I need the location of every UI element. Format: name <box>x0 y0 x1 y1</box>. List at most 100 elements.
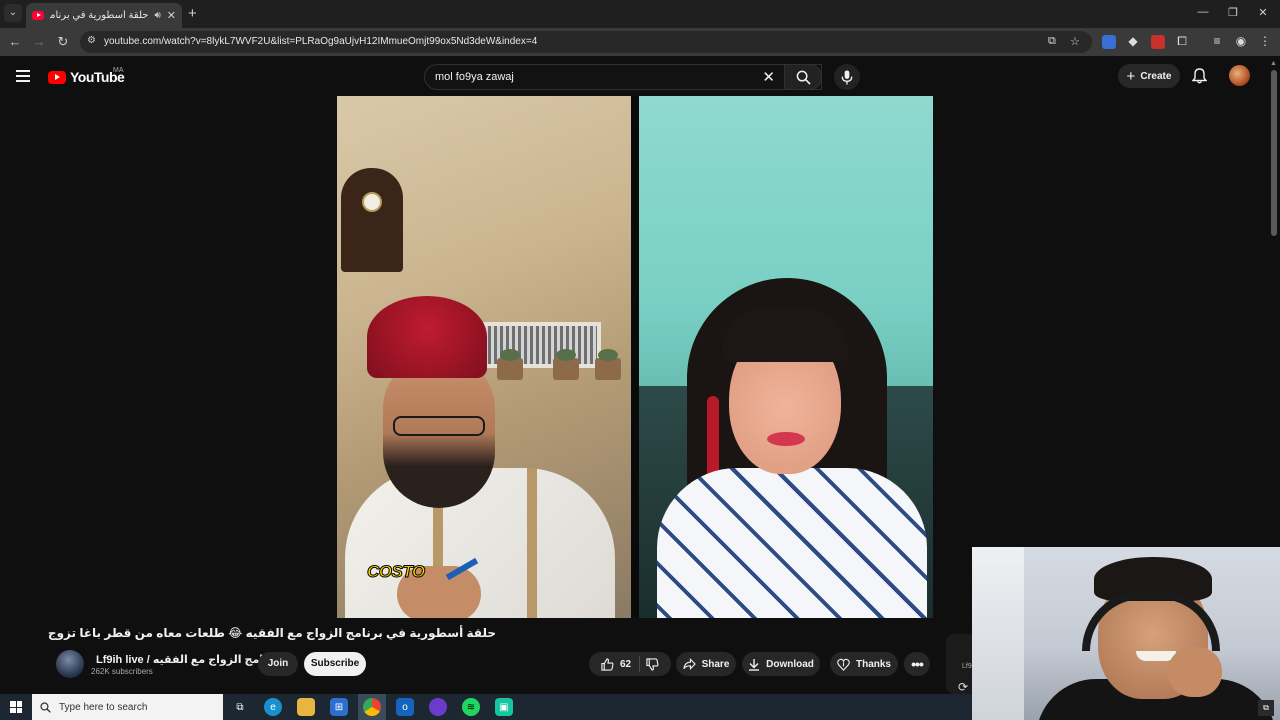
minimize-button[interactable]: — <box>1188 6 1218 18</box>
scroll-up-arrow-icon[interactable]: ▲ <box>1270 60 1277 67</box>
scrollbar-thumb[interactable] <box>1271 70 1277 236</box>
more-actions-button[interactable]: ••• <box>904 652 930 676</box>
translate-extension-icon[interactable] <box>1102 35 1116 49</box>
speaker-icon[interactable]: 🔊︎ <box>154 10 160 21</box>
forward-button[interactable]: → <box>30 34 48 49</box>
glasses <box>393 416 485 436</box>
windows-taskbar: Type here to search ⧉ e ⊞ o ≋ ▣ <box>0 694 972 720</box>
taskbar-search-placeholder[interactable]: Type here to search <box>59 702 147 713</box>
plant-pot <box>497 349 523 380</box>
microphone-icon <box>841 69 853 85</box>
plus-icon: + <box>1126 67 1136 85</box>
search-button[interactable] <box>784 64 822 90</box>
video-right-pane <box>639 96 933 618</box>
outlook-icon[interactable]: o <box>396 698 414 716</box>
robe-stripe <box>527 468 537 618</box>
browser-tabstrip: ⌄ حلقة أسطورية في برنامج الز... 🔊︎ ✕ + —… <box>0 0 1280 28</box>
download-label: Download <box>766 658 814 670</box>
notifications-bell-icon[interactable] <box>1192 68 1207 84</box>
thanks-button[interactable]: Thanks <box>830 652 898 676</box>
search-icon <box>40 701 51 713</box>
playlist-peek-text: Lf9 <box>962 663 972 670</box>
plant-pot <box>553 349 579 380</box>
share-label: Share <box>701 658 730 670</box>
channel-name-text[interactable]: Lf9ih live / برنامج الزواج مع الفقيه <box>96 654 279 666</box>
profile-icon[interactable]: ◉ <box>1233 34 1249 48</box>
browser-menu-icon[interactable]: ⋮ <box>1257 34 1273 48</box>
extension-diamond-icon[interactable]: ◆ <box>1125 34 1141 48</box>
red-extension-icon[interactable] <box>1151 35 1165 49</box>
microsoft-store-icon[interactable]: ⊞ <box>330 698 348 716</box>
messenger-icon[interactable] <box>429 698 447 716</box>
woman-bangs <box>721 308 849 362</box>
thanks-label: Thanks <box>855 658 891 670</box>
video-player[interactable]: COSTO <box>337 96 933 618</box>
subscriber-count: 262K subscribers <box>91 667 153 676</box>
search-input-value[interactable]: mol fo9ya zawaj <box>435 71 514 83</box>
task-view-icon[interactable]: ⧉ <box>231 698 249 716</box>
clear-search-icon[interactable]: ✕ <box>762 68 775 86</box>
cam-person-hand <box>1168 647 1222 697</box>
youtube-logo-icon <box>48 70 66 84</box>
url-text[interactable]: youtube.com/watch?v=8lykL7WVF2U&list=PLR… <box>104 36 537 47</box>
search-input[interactable]: mol fo9ya zawaj ✕ <box>424 64 822 90</box>
lips <box>767 432 805 446</box>
like-count: 62 <box>619 658 632 670</box>
green-app-icon[interactable]: ▣ <box>495 698 513 716</box>
create-label: Create <box>1140 70 1172 82</box>
super-thanks-icon <box>837 658 850 671</box>
bookmark-star-icon[interactable]: ☆ <box>1070 35 1080 48</box>
screen: ⌄ حلقة أسطورية في برنامج الز... 🔊︎ ✕ + —… <box>0 0 1280 720</box>
youtube-header: YouTube MA mol fo9ya zawaj ✕ + Create <box>0 56 1280 96</box>
restore-button[interactable]: ❐ <box>1218 6 1248 19</box>
back-button[interactable]: ← <box>6 34 24 49</box>
costo-sticker: COSTO <box>367 562 426 582</box>
video-left-pane: COSTO <box>337 96 631 618</box>
edge-browser-icon[interactable]: e <box>264 698 282 716</box>
country-code: MA <box>113 67 124 74</box>
chrome-icon[interactable] <box>363 698 381 716</box>
download-icon <box>749 658 760 671</box>
red-fez <box>367 296 487 378</box>
install-icon[interactable]: ⧉ <box>1048 35 1056 48</box>
like-dislike-group: 62 <box>589 652 671 676</box>
subscribe-button[interactable]: Subscribe <box>304 652 366 676</box>
voice-search-button[interactable] <box>834 64 860 90</box>
tab-title: حلقة أسطورية في برنامج الز... <box>50 10 149 21</box>
hamburger-menu-icon[interactable] <box>16 70 30 82</box>
windows-start-icon[interactable] <box>10 701 22 713</box>
thumbs-down-icon[interactable] <box>646 657 659 671</box>
tab-search-button[interactable]: ⌄ <box>4 4 22 22</box>
loop-playlist-icon[interactable]: ⟳ <box>958 680 968 694</box>
create-button[interactable]: + Create <box>1118 64 1180 88</box>
download-button[interactable]: Download <box>742 652 820 676</box>
join-button[interactable]: Join <box>258 652 298 676</box>
site-info-icon[interactable]: ⚙ <box>87 35 96 46</box>
account-avatar[interactable] <box>1229 65 1250 86</box>
youtube-favicon-icon <box>32 11 44 20</box>
more-dots-icon: ••• <box>911 656 924 672</box>
active-tab[interactable]: حلقة أسطورية في برنامج الز... 🔊︎ ✕ <box>26 3 182 28</box>
channel-avatar[interactable] <box>56 650 84 678</box>
wall-clock <box>341 168 403 272</box>
close-tab-icon[interactable]: ✕ <box>167 9 176 22</box>
printed-shirt <box>657 468 927 618</box>
file-explorer-icon[interactable] <box>297 698 315 716</box>
new-tab-button[interactable]: + <box>188 5 197 22</box>
share-button[interactable]: Share <box>676 652 736 676</box>
address-bar[interactable]: ⚙ youtube.com/watch?v=8lykL7WVF2U&list=P… <box>80 31 1092 53</box>
plant-pot <box>595 349 621 380</box>
search-icon <box>796 70 811 85</box>
cam-background-window <box>972 547 1024 720</box>
like-button[interactable]: 62 <box>601 656 641 672</box>
extensions-puzzle-icon[interactable]: ⧠ <box>1174 34 1190 49</box>
spotify-icon[interactable]: ≋ <box>462 698 480 716</box>
corner-logo-icon: ⧉ <box>1258 700 1274 716</box>
split-divider <box>631 96 639 618</box>
close-window-button[interactable]: ✕ <box>1248 6 1278 19</box>
reload-button[interactable]: ↻ <box>54 34 72 50</box>
browser-toolbar: ← → ↻ ⚙ youtube.com/watch?v=8lykL7WVF2U&… <box>0 28 1280 56</box>
taskbar-search[interactable]: Type here to search <box>32 694 223 720</box>
share-arrow-icon <box>682 658 696 670</box>
media-control-icon[interactable]: ≡ <box>1209 34 1225 48</box>
